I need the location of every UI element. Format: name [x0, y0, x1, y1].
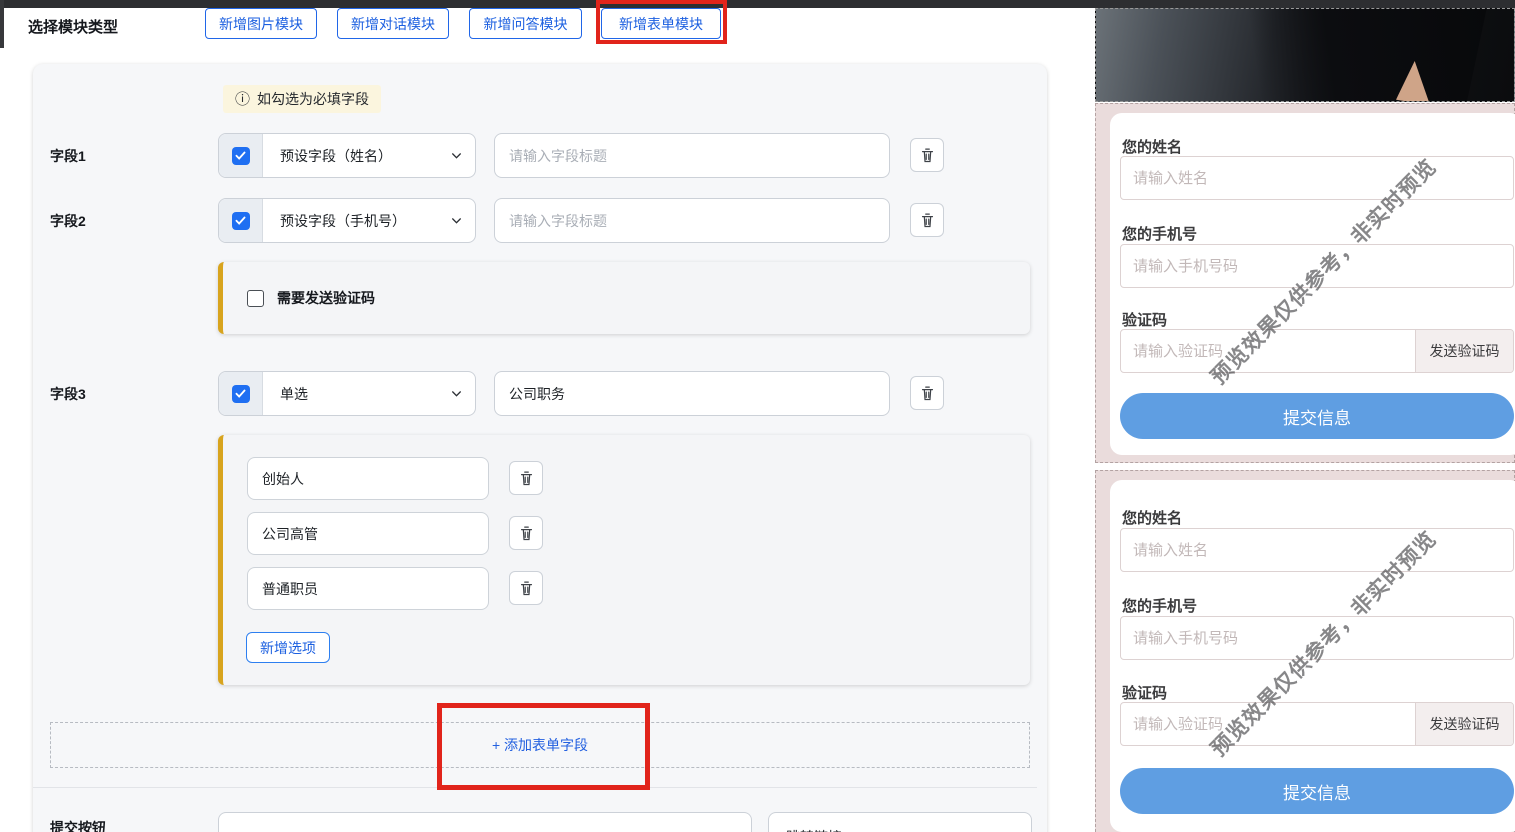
field2-required-checkbox[interactable]: [231, 211, 250, 230]
preview-image-shape: [1203, 9, 1489, 101]
submit-text-input[interactable]: [218, 812, 752, 832]
option2-input[interactable]: [247, 512, 489, 555]
add-qa-module-button[interactable]: 新增问答模块: [469, 8, 582, 39]
preview-form-module-1[interactable]: 您的姓名 您的手机号 验证码 发送验证码 提交信息 预览效果仅供参考，非实时预览: [1095, 103, 1515, 463]
option3-delete-button[interactable]: [509, 571, 543, 605]
preview-form-card: 您的姓名 您的手机号 验证码 发送验证码 提交信息: [1110, 480, 1515, 832]
field2-delete-button[interactable]: [910, 203, 944, 237]
field3-required-checkbox[interactable]: [231, 384, 250, 403]
preview-image-module[interactable]: [1095, 8, 1515, 102]
trash-icon: [520, 526, 532, 540]
check-icon: [235, 151, 246, 160]
chevron-down-icon: [452, 153, 461, 159]
field1-type-group: 预设字段（姓名）: [218, 133, 476, 178]
field2-required-cell: [219, 199, 263, 242]
info-icon: ⓘ: [235, 90, 251, 108]
add-form-module-button[interactable]: 新增表单模块: [601, 8, 721, 39]
option2-delete-button[interactable]: [509, 516, 543, 550]
trash-icon: [520, 581, 532, 595]
preview-phone-input[interactable]: [1120, 244, 1514, 288]
option3-input[interactable]: [247, 567, 489, 610]
top-window-edge: [0, 0, 1515, 8]
preview-phone-label: 您的手机号: [1122, 226, 1198, 243]
preview-form-module-2[interactable]: 您的姓名 您的手机号 验证码 发送验证码 提交信息 预览效果仅供参考，非实时预览: [1095, 470, 1515, 832]
preview-submit-button[interactable]: 提交信息: [1120, 393, 1514, 439]
preview-code-label: 验证码: [1122, 685, 1168, 702]
field2-type-group: 预设字段（手机号）: [218, 198, 476, 243]
preview-phone-label: 您的手机号: [1122, 598, 1198, 615]
field3-type-group: 单选: [218, 371, 476, 416]
divider: [33, 787, 1037, 788]
form-builder-card: ⓘ 如勾选为必填字段 字段1 预设字段（姓名） 字段2: [33, 64, 1047, 832]
field1-label: 字段1: [50, 148, 86, 164]
jump-link-select[interactable]: 跳转链接: [768, 812, 1032, 832]
field2-title-input[interactable]: [494, 198, 890, 243]
chevron-down-icon: [452, 391, 461, 397]
required-field-note: ⓘ 如勾选为必填字段: [223, 85, 382, 113]
trash-icon: [520, 471, 532, 485]
preview-submit-button[interactable]: 提交信息: [1120, 768, 1514, 814]
trash-icon: [921, 148, 933, 162]
chevron-down-icon: [452, 218, 461, 224]
field1-type-select[interactable]: 预设字段（姓名）: [263, 134, 475, 177]
trash-icon: [921, 386, 933, 400]
add-image-module-button[interactable]: 新增图片模块: [205, 8, 317, 39]
preview-name-label: 您的姓名: [1122, 510, 1183, 527]
preview-code-row: 发送验证码: [1120, 702, 1514, 746]
field3-title-input[interactable]: [494, 371, 890, 416]
page: 选择模块类型 新增图片模块 新增对话模块 新增问答模块 新增表单模块 ⓘ 如勾选…: [0, 0, 1515, 832]
preview-name-input[interactable]: [1120, 528, 1514, 572]
add-dialog-module-button[interactable]: 新增对话模块: [337, 8, 449, 39]
jump-link-value: 跳转链接: [786, 827, 842, 832]
field2-type-select[interactable]: 预设字段（手机号）: [263, 199, 475, 242]
left-window-edge: [0, 0, 4, 48]
preview-phone-input[interactable]: [1120, 616, 1514, 660]
check-icon: [235, 389, 246, 398]
sms-option-checkbox[interactable]: [247, 289, 264, 307]
field1-title-input[interactable]: [494, 133, 890, 178]
field1-required-cell: [219, 134, 263, 177]
sms-option-label: 需要发送验证码: [277, 290, 375, 306]
field2-label: 字段2: [50, 213, 86, 229]
radio-options-panel: 新增选项: [218, 435, 1030, 685]
trash-icon: [921, 213, 933, 227]
field1-type-value: 预设字段（姓名）: [280, 147, 392, 164]
option1-input[interactable]: [247, 457, 489, 500]
preview-code-row: 发送验证码: [1120, 329, 1514, 373]
sms-option-panel: 需要发送验证码: [218, 262, 1030, 334]
sms-option-row: 需要发送验证码: [247, 288, 375, 308]
field3-required-cell: [219, 372, 263, 415]
module-type-label: 选择模块类型: [28, 19, 119, 36]
field1-required-checkbox[interactable]: [231, 146, 250, 165]
preview-name-input[interactable]: [1120, 156, 1514, 200]
add-option-button[interactable]: 新增选项: [246, 632, 330, 663]
field2-type-value: 预设字段（手机号）: [280, 212, 406, 229]
preview-code-input[interactable]: [1121, 703, 1415, 745]
preview-send-code-button[interactable]: 发送验证码: [1415, 330, 1513, 372]
required-field-note-text: 如勾选为必填字段: [257, 91, 370, 107]
preview-panel: 您的姓名 您的手机号 验证码 发送验证码 提交信息 预览效果仅供参考，非实时预览…: [1095, 8, 1515, 832]
field3-type-select[interactable]: 单选: [263, 372, 475, 415]
preview-form-card: 您的姓名 您的手机号 验证码 发送验证码 提交信息: [1110, 113, 1515, 455]
field1-delete-button[interactable]: [910, 138, 944, 172]
add-form-field-button[interactable]: + 添加表单字段: [50, 722, 1030, 768]
preview-code-label: 验证码: [1122, 312, 1168, 329]
submit-button-label: 提交按钮: [50, 820, 106, 832]
preview-send-code-button[interactable]: 发送验证码: [1415, 703, 1513, 745]
field3-label: 字段3: [50, 386, 86, 402]
field3-type-value: 单选: [280, 385, 308, 402]
preview-code-input[interactable]: [1121, 330, 1415, 372]
option1-delete-button[interactable]: [509, 461, 543, 495]
preview-name-label: 您的姓名: [1122, 139, 1183, 156]
field3-delete-button[interactable]: [910, 376, 944, 410]
check-icon: [235, 216, 246, 225]
